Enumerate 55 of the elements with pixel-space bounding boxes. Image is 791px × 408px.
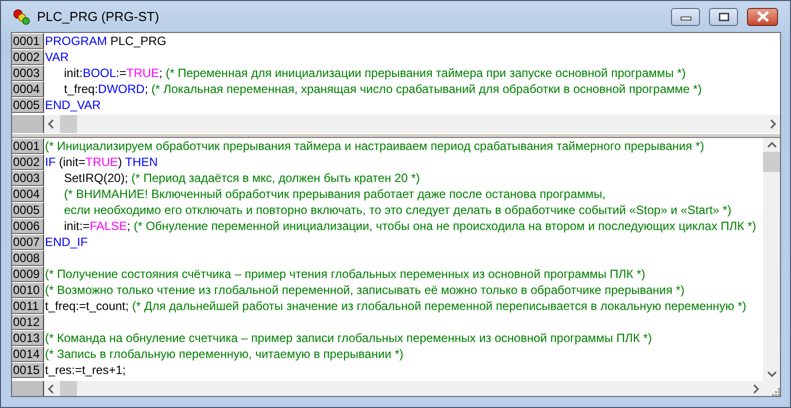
line-number: 0007 <box>12 234 44 250</box>
line-number: 0002 <box>12 154 44 170</box>
horizontal-scrollbar[interactable] <box>44 115 780 133</box>
line-number: 0003 <box>12 170 44 186</box>
line-number: 0003 <box>12 65 44 81</box>
code-line: END_VAR <box>44 97 101 113</box>
maximize-icon <box>718 12 730 22</box>
code-line: t_freq:DWORD; (* Локальная переменная, хранящая число срабатываний для обработки в основной программе *) <box>63 81 702 97</box>
line-number: 0001 <box>12 138 44 154</box>
code-line: PROGRAM PLC_PRG <box>44 33 166 49</box>
vertical-scrollbar[interactable] <box>763 138 780 381</box>
line-number: 0002 <box>12 49 44 65</box>
code-line: (* Инициализируем обработчик прерывания таймера и настраиваем период срабатывания таймерного прерывания *) <box>44 138 704 154</box>
code-line: init:=FALSE; (* Обнуление переменной инициализации, чтобы она не происходила на втором и последующих циклах ПЛК *) <box>63 218 756 234</box>
scroll-thumb[interactable] <box>60 115 77 133</box>
gutter <box>12 381 44 396</box>
maximize-button[interactable] <box>709 8 738 26</box>
line-number: 0009 <box>12 266 44 282</box>
line-number: 0001 <box>12 33 44 49</box>
line-number: 0004 <box>12 81 44 97</box>
line-number: 0013 <box>12 330 44 346</box>
close-button[interactable] <box>747 8 778 26</box>
code-line: VAR <box>44 49 69 65</box>
line-number: 0011 <box>12 298 44 314</box>
code-line: (* Запись в глобальную переменную, читаемую в прерывании *) <box>44 346 404 362</box>
line-number: 0005 <box>12 97 44 113</box>
code-line: (* Команда на обнуление счетчика – пример записи глобальных переменных из основной программы ПЛК *) <box>44 330 652 346</box>
code-line: t_freq:=t_count; (* Для дальнейшей работы значение из глобальной переменной переписывается в локальную переменную *) <box>44 298 746 314</box>
line-number: 0014 <box>12 346 44 362</box>
line-number: 0010 <box>12 282 44 298</box>
gutter <box>12 115 44 133</box>
code-line: если необходимо его отключать и повторно включать, то это следует делать в обработчике событий «Stop» и «Start» *) <box>63 202 732 218</box>
line-number: 0005 <box>12 202 44 218</box>
line-number: 0012 <box>12 314 44 330</box>
line-number: 0004 <box>12 186 44 202</box>
scroll-thumb[interactable] <box>60 381 77 396</box>
code-line: (* ВНИМАНИЕ! Включенный обработчик прерывания работает даже после останова программы, <box>63 186 606 202</box>
code-line: SetIRQ(20); (* Период задаётся в мкс, должен быть кратен 20 *) <box>63 170 420 186</box>
window-title: PLC_PRG (PRG-ST) <box>37 9 160 24</box>
close-icon <box>756 11 770 22</box>
horizontal-scrollbar[interactable] <box>44 381 763 396</box>
code-line: init:BOOL:=TRUE; (* Переменная для инициализации прерывания таймера при запуске основной программы *) <box>63 65 686 81</box>
traffic-light-icon <box>13 8 31 24</box>
code-line: IF (init=TRUE) THEN <box>44 154 158 170</box>
code-line: (* Возможно только чтение из глобальной переменной, записывать её можно только в обработчике прерывания *) <box>44 282 685 298</box>
line-number: 0006 <box>12 218 44 234</box>
resize-grip-icon[interactable] <box>771 387 780 396</box>
code-line: (* Получение состояния счётчика – пример чтения глобальных переменных из основной программы ПЛК *) <box>44 266 646 282</box>
code-line: t_res:=t_res+1; <box>44 362 126 378</box>
minimize-button[interactable] <box>671 8 700 26</box>
line-number: 0008 <box>12 250 44 266</box>
pane-splitter[interactable] <box>12 133 780 138</box>
line-number: 0015 <box>12 362 44 378</box>
scroll-thumb[interactable] <box>763 152 780 172</box>
code-line: END_IF <box>44 234 88 250</box>
